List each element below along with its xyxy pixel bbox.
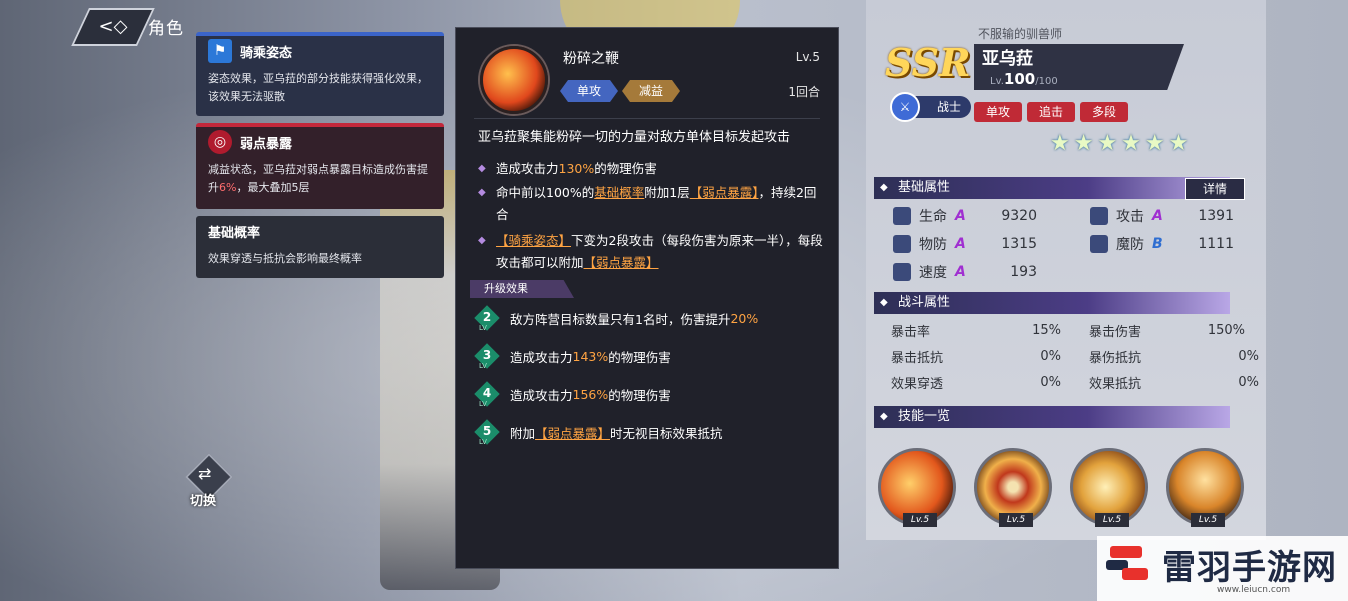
stat-crit-rate: 暴击率 15%: [891, 322, 1061, 340]
skill-level: Lv.5: [795, 50, 820, 64]
skill-slot-whip[interactable]: Lv.5: [878, 448, 956, 527]
stat-phys-def: 物防 A 1315: [893, 231, 1037, 257]
warrior-sword-icon: ⚔: [890, 92, 920, 122]
stat-crit-dmg: 暴击伤害 150%: [1089, 322, 1245, 340]
card-desc: 姿态效果，亚乌菈的部分技能获得强化效果，该效果无法驱散: [208, 72, 428, 103]
rarity-badge: SSR: [885, 40, 971, 85]
swap-icon: ⇄: [198, 464, 212, 483]
hero-level: Lv.100/100: [990, 70, 1058, 88]
stat-effect-resist: 效果抵抗 0%: [1089, 374, 1259, 392]
effect-card-weakness-exposed[interactable]: ◎ 弱点暴露 减益状态，亚乌菈对弱点暴露目标造成伤害提升6%，最大叠加5层: [196, 123, 444, 209]
skill-tag: 减益: [622, 80, 680, 102]
switch-label: 切换: [190, 494, 217, 509]
stat-crit-resist: 暴击抵抗 0%: [891, 348, 1061, 366]
skill-slot-rider[interactable]: Lv.5: [1166, 448, 1244, 527]
riding-stance-link[interactable]: 【骑乘姿态】: [496, 233, 571, 248]
watermark-url: www.leiucn.com: [1217, 585, 1291, 595]
hero-tag: 单攻: [974, 102, 1022, 122]
hero-tag: 追击: [1027, 102, 1075, 122]
effect-bullet: 【骑乘姿态】下变为2段攻击（每段伤害为原来一半），每段攻击都可以附加【弱点暴露】: [478, 230, 826, 274]
battle-attr-header: 战斗属性: [874, 292, 1230, 314]
skill-detail-panel: 粉碎之鞭 Lv.5 单攻 减益 1回合 亚乌菈聚集能粉碎一切的力量对敌方单体目标…: [455, 27, 839, 569]
card-desc: 减益状态，亚乌菈对弱点暴露目标造成伤害提升6%，最大叠加5层: [208, 163, 428, 194]
skill-name: 粉碎之鞭: [563, 51, 619, 67]
details-button[interactable]: 详情: [1185, 178, 1245, 200]
skill-description: 亚乌菈聚集能粉碎一切的力量对敌方单体目标发起攻击: [478, 130, 791, 145]
star-rating: ★★★★★★: [1050, 131, 1193, 156]
hero-subtitle: 不服输的驯兽师: [978, 27, 1063, 41]
stat-crit-dmg-resist: 暴伤抵抗 0%: [1089, 348, 1259, 366]
magic-def-icon: [1090, 235, 1108, 253]
back-button[interactable]: <◇: [71, 8, 155, 46]
upgrade-row: 4 LV 造成攻击力 156% 的物理伤害: [474, 378, 671, 410]
hp-icon: [893, 207, 911, 225]
weakness-link[interactable]: 【弱点暴露】: [690, 185, 759, 200]
stat-hp: 生命 A 9320: [893, 203, 1037, 229]
page-title: 角色: [148, 19, 184, 39]
card-title: 基础概率: [208, 225, 261, 241]
upgrade-row: 5 LV 附加 【弱点暴露】 时无视目标效果抵抗: [474, 416, 723, 448]
card-desc: 效果穿透与抵抗会影响最终概率: [208, 252, 362, 265]
whip-skill-icon: [480, 46, 548, 114]
effect-card-riding-stance[interactable]: ⚑ 骑乘姿态 姿态效果，亚乌菈的部分技能获得强化效果，该效果无法驱散: [196, 32, 444, 116]
card-title: 骑乘姿态: [240, 45, 293, 61]
skill-cooldown: 1回合: [788, 85, 820, 99]
stat-magic-def: 魔防 B 1111: [1090, 231, 1234, 257]
skill-slot-beast[interactable]: Lv.5: [1070, 448, 1148, 527]
stat-attack: 攻击 A 1391: [1090, 203, 1234, 229]
effect-bullet: 命中前以100%的基础概率附加1层【弱点暴露】，持续2回合: [478, 182, 826, 226]
back-arrow-icon: <◇: [98, 16, 128, 37]
skill-slot-target[interactable]: Lv.5: [974, 448, 1052, 527]
weakness-link[interactable]: 【弱点暴露】: [584, 255, 659, 270]
hero-tag: 多段: [1080, 102, 1128, 122]
speed-icon: [893, 263, 911, 281]
base-attr-header: 基础属性: [874, 177, 1230, 199]
effect-bullet: 造成攻击力130%的物理伤害: [478, 158, 826, 180]
skills-overview-header: 技能一览: [874, 406, 1230, 428]
divider: [474, 118, 820, 119]
stat-effect-pen: 效果穿透 0%: [891, 374, 1061, 392]
base-chance-link[interactable]: 基础概率: [594, 185, 644, 200]
upgrade-row: 2 LV 敌方阵营目标数量只有1名时，伤害提升 20%: [474, 302, 758, 334]
skills-row: Lv.5 Lv.5 Lv.5 Lv.5: [876, 448, 1246, 532]
watermark-text: 雷羽手游网: [1162, 548, 1337, 588]
card-title: 弱点暴露: [240, 136, 293, 152]
upgrade-label: 升级效果: [470, 280, 574, 298]
riding-stance-icon: ⚑: [208, 39, 232, 63]
attack-icon: [1090, 207, 1108, 225]
stat-speed: 速度 A 193: [893, 259, 1037, 285]
hero-name: 亚乌菈: [982, 49, 1033, 69]
target-icon: ◎: [208, 130, 232, 154]
phys-def-icon: [893, 235, 911, 253]
watermark-logo-icon: [1106, 546, 1148, 580]
upgrade-row: 3 LV 造成攻击力 143% 的物理伤害: [474, 340, 671, 372]
skill-tag: 单攻: [560, 80, 618, 102]
effect-card-base-chance[interactable]: 基础概率 效果穿透与抵抗会影响最终概率: [196, 216, 444, 278]
switch-button[interactable]: ⇄ 切换: [184, 452, 234, 509]
